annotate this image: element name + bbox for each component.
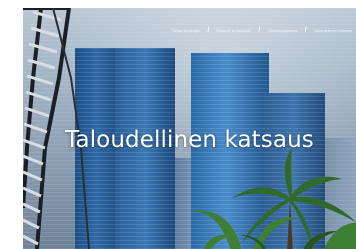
breadcrumb-item-current: Taloudellinen katsaus <box>313 28 352 33</box>
palm-trees <box>192 148 356 249</box>
breadcrumb-separator: / <box>304 27 307 34</box>
breadcrumb-item-reports[interactable]: Raportit ja esitykset <box>216 28 251 33</box>
breadcrumb-separator: / <box>207 27 210 34</box>
breadcrumb-separator: / <box>258 27 261 34</box>
breadcrumb-item-investors[interactable]: Tietoa sijoittajille <box>171 28 200 33</box>
page-title: Taloudellinen katsaus <box>65 127 314 153</box>
hero-banner: Tietoa sijoittajille / Raportit ja esity… <box>23 8 356 249</box>
breadcrumb-item-interim-report[interactable]: Osavuosikatsaus <box>267 28 297 33</box>
breadcrumb: Tietoa sijoittajille / Raportit ja esity… <box>171 27 352 34</box>
